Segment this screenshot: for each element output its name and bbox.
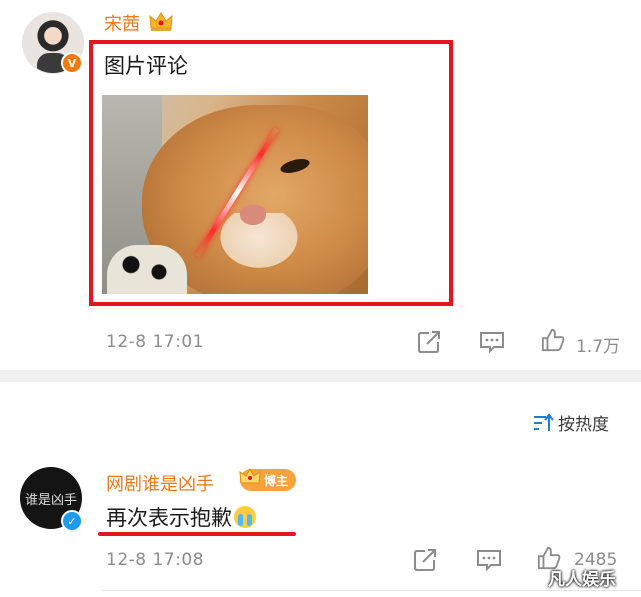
crown-icon xyxy=(239,467,261,484)
comment1-time: 12-8 17:01 xyxy=(106,332,204,352)
share-icon[interactable] xyxy=(417,330,443,354)
comment2-text-wrap: 再次表示抱歉 xyxy=(106,502,256,532)
comment2-time: 12-8 17:08 xyxy=(106,550,204,570)
comment1-username[interactable]: 宋茜 xyxy=(104,10,140,36)
comment-icon[interactable] xyxy=(476,548,502,572)
share-icon[interactable] xyxy=(413,548,439,572)
crown-icon xyxy=(149,12,173,31)
crying-emoji-icon xyxy=(234,506,256,528)
verified-orange-icon: V xyxy=(61,52,83,74)
sort-label: 按热度 xyxy=(558,415,609,435)
comment1-like-count: 1.7万 xyxy=(576,337,621,357)
sort-by-heat-button[interactable]: 按热度 xyxy=(532,410,609,435)
comment2-text: 再次表示抱歉 xyxy=(106,506,232,530)
comment1-text: 图片评论 xyxy=(104,54,188,78)
watermark: 凡人娱乐 xyxy=(548,570,616,590)
blogger-badge-label: 博主 xyxy=(263,473,288,488)
avatar-text: 谁是凶手 xyxy=(24,492,77,508)
verified-blue-icon: ✓ xyxy=(61,510,83,532)
comment-image-cat[interactable] xyxy=(102,95,368,294)
bottom-divider xyxy=(102,590,641,591)
section-divider xyxy=(0,370,641,382)
sort-icon xyxy=(534,412,554,431)
comment-icon[interactable] xyxy=(479,330,505,354)
comment2-username[interactable]: 网剧谁是凶手 xyxy=(106,470,214,496)
highlight-underline xyxy=(98,532,296,536)
blogger-badge: 博主 xyxy=(239,467,296,491)
thumbs-up-icon[interactable] xyxy=(540,328,566,352)
